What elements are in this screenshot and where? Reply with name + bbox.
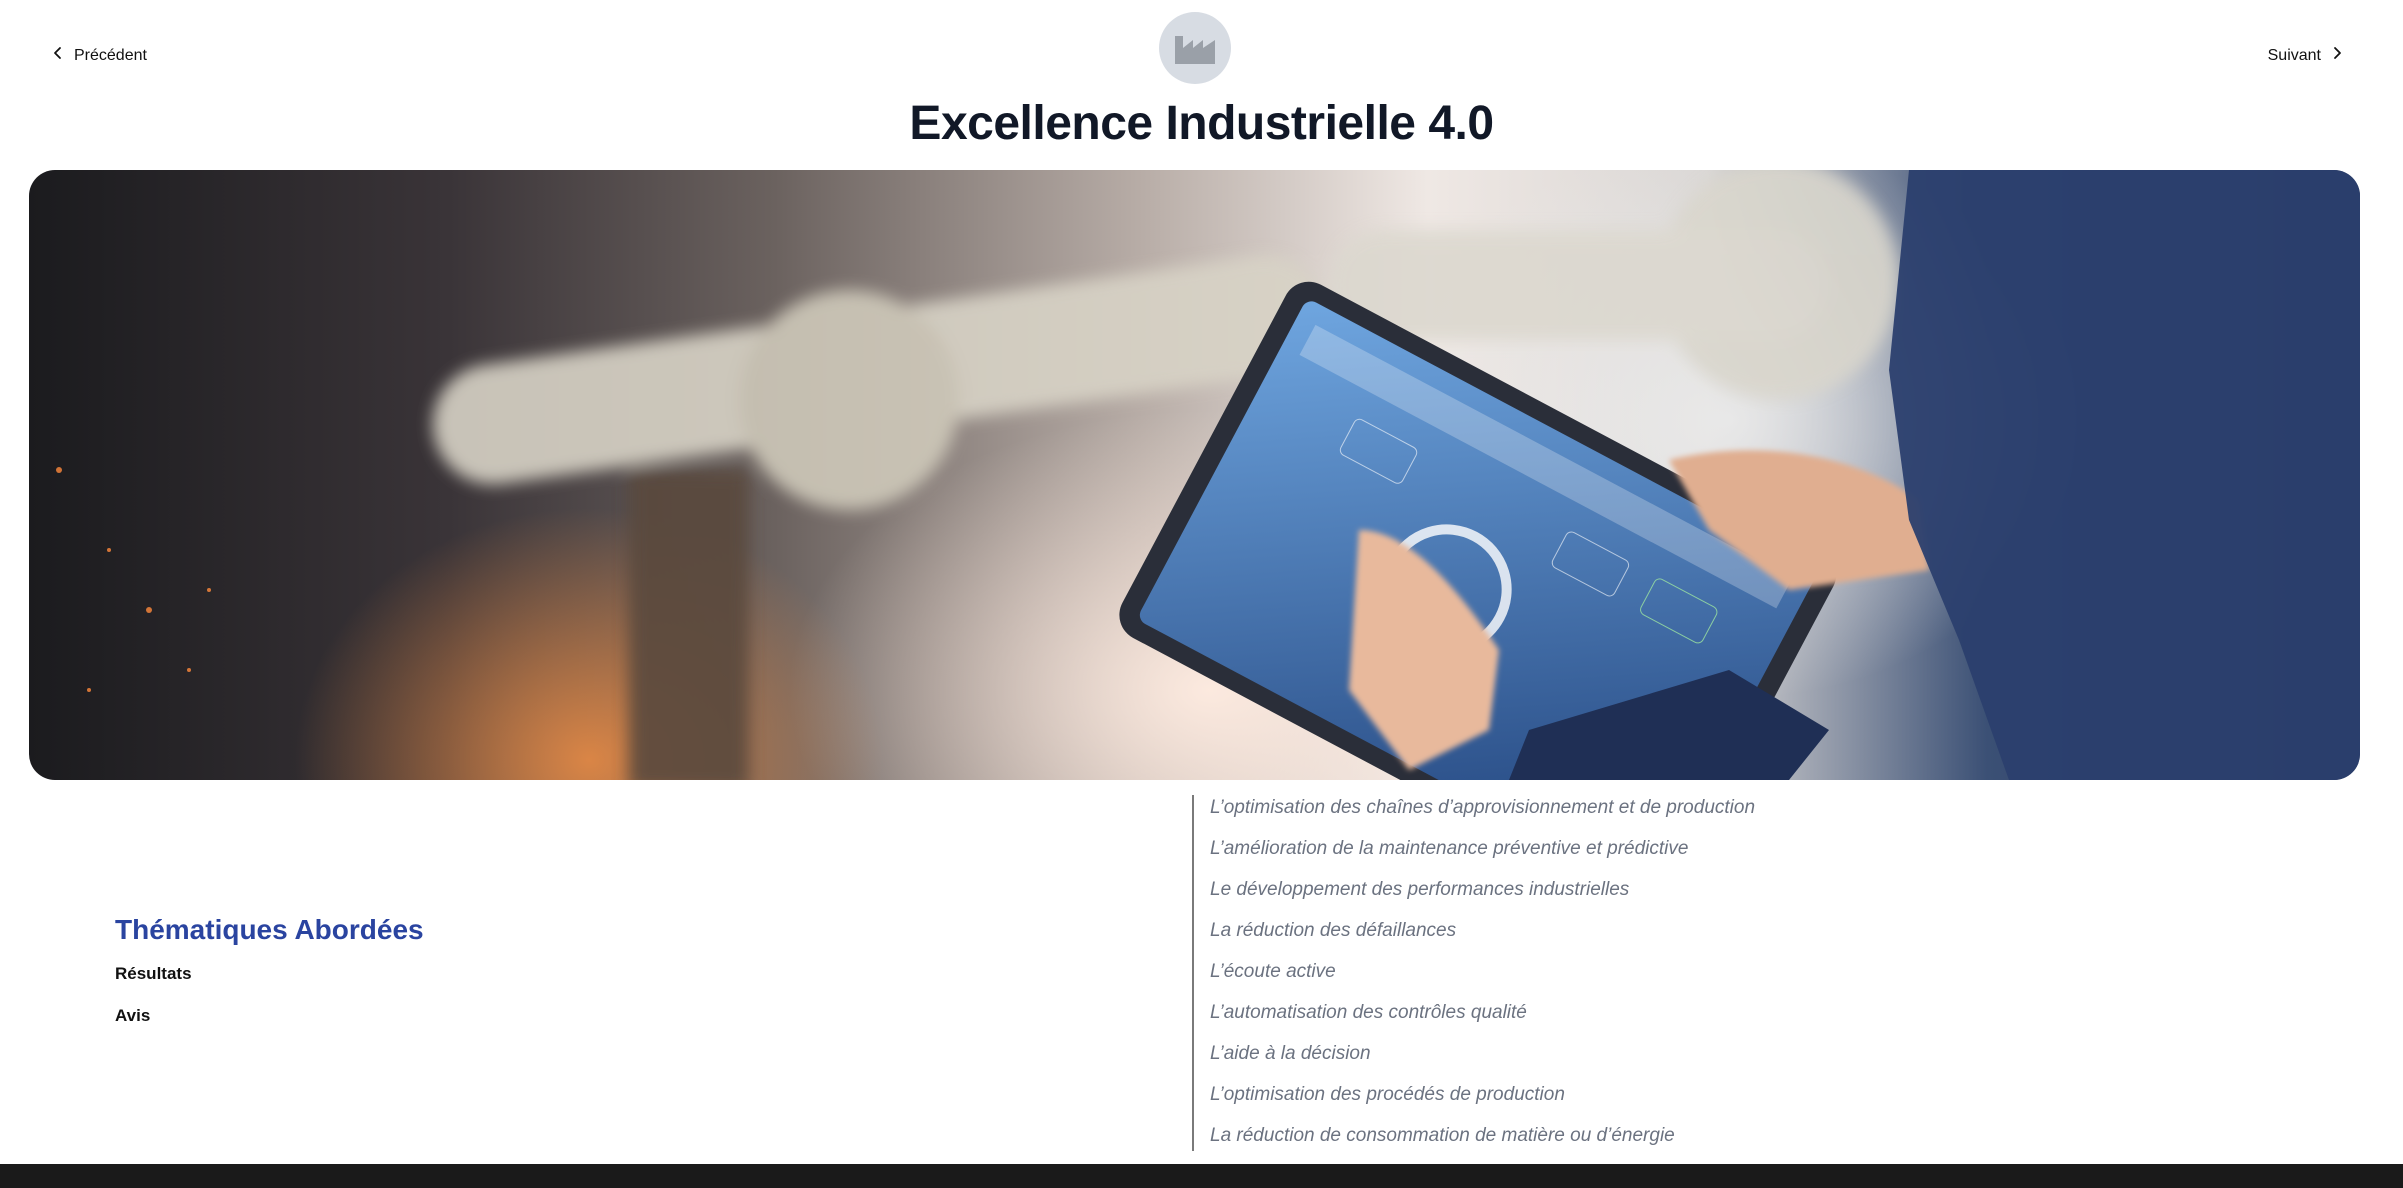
list-item: L’aide à la décision [1210,1043,1371,1064]
list-item: L’optimisation des chaînes d’approvision… [1210,797,1756,818]
list-item: La réduction des défaillances [1210,920,1457,941]
next-link[interactable]: Suivant [2268,46,2343,65]
footer-bar [0,1164,2403,1188]
list-item: La réduction de consommation de matière … [1210,1125,1675,1146]
chevron-right-icon [2331,46,2343,65]
results-link[interactable]: Résultats [115,964,424,984]
list-item: L’automatisation des contrôles qualité [1210,1002,1527,1023]
topics-list: L’optimisation des chaînes d’approvision… [1192,795,2192,1151]
previous-label: Précédent [74,46,147,64]
themes-section: Thématiques Abordées Résultats Avis [115,914,424,1048]
reviews-link[interactable]: Avis [115,1006,424,1026]
themes-title[interactable]: Thématiques Abordées [115,914,424,946]
hero-image [29,170,2360,780]
list-item: Le développement des performances indust… [1210,879,1630,900]
factory-logo [1159,12,1231,84]
hero-illustration [56,170,2360,780]
list-item: L’optimisation des procédés de productio… [1210,1084,1565,1105]
list-item: L’amélioration de la maintenance prévent… [1210,838,1689,859]
chevron-left-icon [52,46,64,65]
previous-link[interactable]: Précédent [52,46,147,65]
next-label: Suivant [2267,46,2321,64]
page-title: Excellence Industrielle 4.0 [909,97,1494,150]
factory-icon [1175,36,1215,64]
list-item: L’écoute active [1210,961,1336,982]
